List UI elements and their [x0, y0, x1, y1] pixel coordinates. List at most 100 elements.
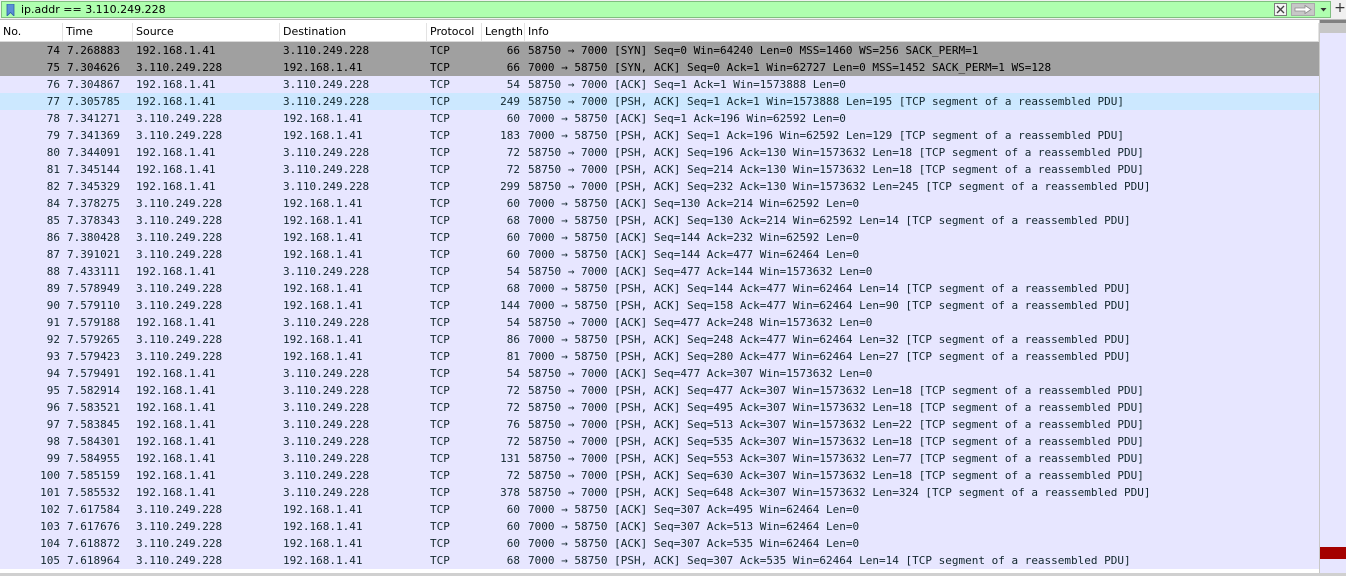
cell-no: 104 [40, 537, 60, 550]
column-header-protocol[interactable]: Protocol [427, 23, 482, 41]
packet-minimap-scrollbar[interactable] [1319, 20, 1346, 576]
table-row[interactable]: 92 7.579265 3.110.249.228 192.168.1.41 TCP 86… [0, 331, 1319, 348]
table-row[interactable]: 74 7.268883 192.168.1.41 3.110.249.228 TCP 66… [0, 42, 1319, 59]
table-row[interactable]: 101 7.585532 192.168.1.41 3.110.249.228 TCP 3… [0, 484, 1319, 501]
cell-proto: TCP [430, 537, 450, 550]
cell-src: 3.110.249.228 [136, 503, 223, 516]
cell-dst: 192.168.1.41 [283, 554, 363, 567]
cell-info: 58750 → 7000 [PSH, ACK] Seq=477 Ack=307 … [528, 384, 1144, 397]
cell-no: 102 [40, 503, 60, 516]
column-header-no[interactable]: No. [0, 23, 63, 41]
table-row[interactable]: 104 7.618872 3.110.249.228 192.168.1.41 TCP 6… [0, 535, 1319, 552]
cell-info: 58750 → 7000 [PSH, ACK] Seq=495 Ack=307 … [528, 401, 1144, 414]
table-row[interactable]: 95 7.582914 192.168.1.41 3.110.249.228 TCP 72… [0, 382, 1319, 399]
table-row[interactable]: 87 7.391021 3.110.249.228 192.168.1.41 TCP 60… [0, 246, 1319, 263]
table-row[interactable]: 88 7.433111 192.168.1.41 3.110.249.228 TCP 54… [0, 263, 1319, 280]
table-row[interactable]: 97 7.583845 192.168.1.41 3.110.249.228 TCP 76… [0, 416, 1319, 433]
cell-len: 378 [500, 486, 520, 499]
column-header-info[interactable]: Info [525, 23, 1319, 41]
cell-proto: TCP [430, 163, 450, 176]
table-row[interactable]: 78 7.341271 3.110.249.228 192.168.1.41 TCP 60… [0, 110, 1319, 127]
table-row[interactable]: 103 7.617676 3.110.249.228 192.168.1.41 TCP 6… [0, 518, 1319, 535]
cell-len: 60 [506, 537, 520, 550]
cell-src: 192.168.1.41 [136, 95, 216, 108]
cell-proto: TCP [430, 401, 450, 414]
cell-no: 82 [46, 180, 60, 193]
clear-icon[interactable] [1274, 3, 1287, 16]
table-row[interactable]: 75 7.304626 3.110.249.228 192.168.1.41 TCP 66… [0, 59, 1319, 76]
cell-info: 7000 → 58750 [ACK] Seq=130 Ack=214 Win=6… [528, 197, 860, 210]
cell-no: 78 [46, 112, 60, 125]
cell-src: 3.110.249.228 [136, 333, 223, 346]
cell-src: 192.168.1.41 [136, 486, 216, 499]
cell-len: 72 [506, 163, 520, 176]
table-row[interactable]: 90 7.579110 3.110.249.228 192.168.1.41 TCP 14… [0, 297, 1319, 314]
cell-info: 7000 → 58750 [PSH, ACK] Seq=1 Ack=196 Wi… [528, 129, 1125, 142]
cell-info: 58750 → 7000 [PSH, ACK] Seq=214 Ack=130 … [528, 163, 1144, 176]
cell-len: 60 [506, 248, 520, 261]
cell-time: 7.341369 [67, 129, 120, 142]
cell-len: 86 [506, 333, 520, 346]
cell-len: 60 [506, 197, 520, 210]
cell-dst: 192.168.1.41 [283, 520, 363, 533]
cell-src: 3.110.249.228 [136, 112, 223, 125]
table-row[interactable]: 76 7.304867 192.168.1.41 3.110.249.228 TCP 54… [0, 76, 1319, 93]
cell-proto: TCP [430, 61, 450, 74]
table-row[interactable]: 98 7.584301 192.168.1.41 3.110.249.228 TCP 72… [0, 433, 1319, 450]
plus-icon[interactable]: + [1334, 1, 1346, 17]
cell-time: 7.380428 [67, 231, 120, 244]
table-row[interactable]: 86 7.380428 3.110.249.228 192.168.1.41 TCP 60… [0, 229, 1319, 246]
table-row[interactable]: 84 7.378275 3.110.249.228 192.168.1.41 TCP 60… [0, 195, 1319, 212]
display-filter-input[interactable] [21, 2, 1261, 17]
minimap-viewport[interactable] [1320, 23, 1346, 33]
table-row[interactable]: 91 7.579188 192.168.1.41 3.110.249.228 TCP 54… [0, 314, 1319, 331]
table-row[interactable]: 100 7.585159 192.168.1.41 3.110.249.228 TCP 7… [0, 467, 1319, 484]
cell-proto: TCP [430, 248, 450, 261]
table-row[interactable]: 77 7.305785 192.168.1.41 3.110.249.228 TCP 24… [0, 93, 1319, 110]
table-row[interactable]: 99 7.584955 192.168.1.41 3.110.249.228 TCP 13… [0, 450, 1319, 467]
apply-arrow-icon[interactable] [1291, 3, 1315, 16]
cell-src: 3.110.249.228 [136, 537, 223, 550]
column-header-source[interactable]: Source [133, 23, 280, 41]
column-header-length[interactable]: Length [482, 23, 525, 41]
cell-dst: 192.168.1.41 [283, 197, 363, 210]
table-row[interactable]: 82 7.345329 192.168.1.41 3.110.249.228 TCP 29… [0, 178, 1319, 195]
cell-no: 79 [46, 129, 60, 142]
cell-len: 81 [506, 350, 520, 363]
cell-proto: TCP [430, 299, 450, 312]
cell-src: 192.168.1.41 [136, 265, 216, 278]
table-row[interactable]: 80 7.344091 192.168.1.41 3.110.249.228 TCP 72… [0, 144, 1319, 161]
table-row[interactable]: 96 7.583521 192.168.1.41 3.110.249.228 TCP 72… [0, 399, 1319, 416]
table-row[interactable]: 81 7.345144 192.168.1.41 3.110.249.228 TCP 72… [0, 161, 1319, 178]
display-filter-toolbar: + [0, 0, 1346, 20]
cell-dst: 192.168.1.41 [283, 129, 363, 142]
cell-dst: 3.110.249.228 [283, 435, 370, 448]
cell-len: 72 [506, 469, 520, 482]
table-row[interactable]: 85 7.378343 3.110.249.228 192.168.1.41 TCP 68… [0, 212, 1319, 229]
cell-len: 68 [506, 214, 520, 227]
cell-len: 60 [506, 231, 520, 244]
column-header-time[interactable]: Time [63, 23, 133, 41]
cell-time: 7.579110 [67, 299, 120, 312]
cell-time: 7.579188 [67, 316, 120, 329]
column-header-destination[interactable]: Destination [280, 23, 427, 41]
display-filter-field[interactable] [1, 1, 1331, 18]
cell-dst: 192.168.1.41 [283, 299, 363, 312]
table-row[interactable]: 94 7.579491 192.168.1.41 3.110.249.228 TCP 54… [0, 365, 1319, 382]
cell-len: 66 [506, 44, 520, 57]
table-row[interactable]: 93 7.579423 3.110.249.228 192.168.1.41 TCP 81… [0, 348, 1319, 365]
chevron-down-icon[interactable] [1317, 3, 1330, 16]
cell-dst: 192.168.1.41 [283, 503, 363, 516]
table-row[interactable]: 89 7.578949 3.110.249.228 192.168.1.41 TCP 68… [0, 280, 1319, 297]
packet-list: No. Time Source Destination Protocol Len… [0, 23, 1319, 576]
table-row[interactable]: 102 7.617584 3.110.249.228 192.168.1.41 TCP 6… [0, 501, 1319, 518]
table-row[interactable]: 105 7.618964 3.110.249.228 192.168.1.41 TCP 6… [0, 552, 1319, 569]
cell-info: 7000 → 58750 [ACK] Seq=307 Ack=495 Win=6… [528, 503, 860, 516]
cell-src: 192.168.1.41 [136, 435, 216, 448]
bookmark-icon[interactable] [5, 4, 16, 16]
cell-time: 7.378275 [67, 197, 120, 210]
table-row[interactable]: 79 7.341369 3.110.249.228 192.168.1.41 TCP 18… [0, 127, 1319, 144]
cell-src: 3.110.249.228 [136, 197, 223, 210]
cell-no: 87 [46, 248, 60, 261]
cell-no: 81 [46, 163, 60, 176]
